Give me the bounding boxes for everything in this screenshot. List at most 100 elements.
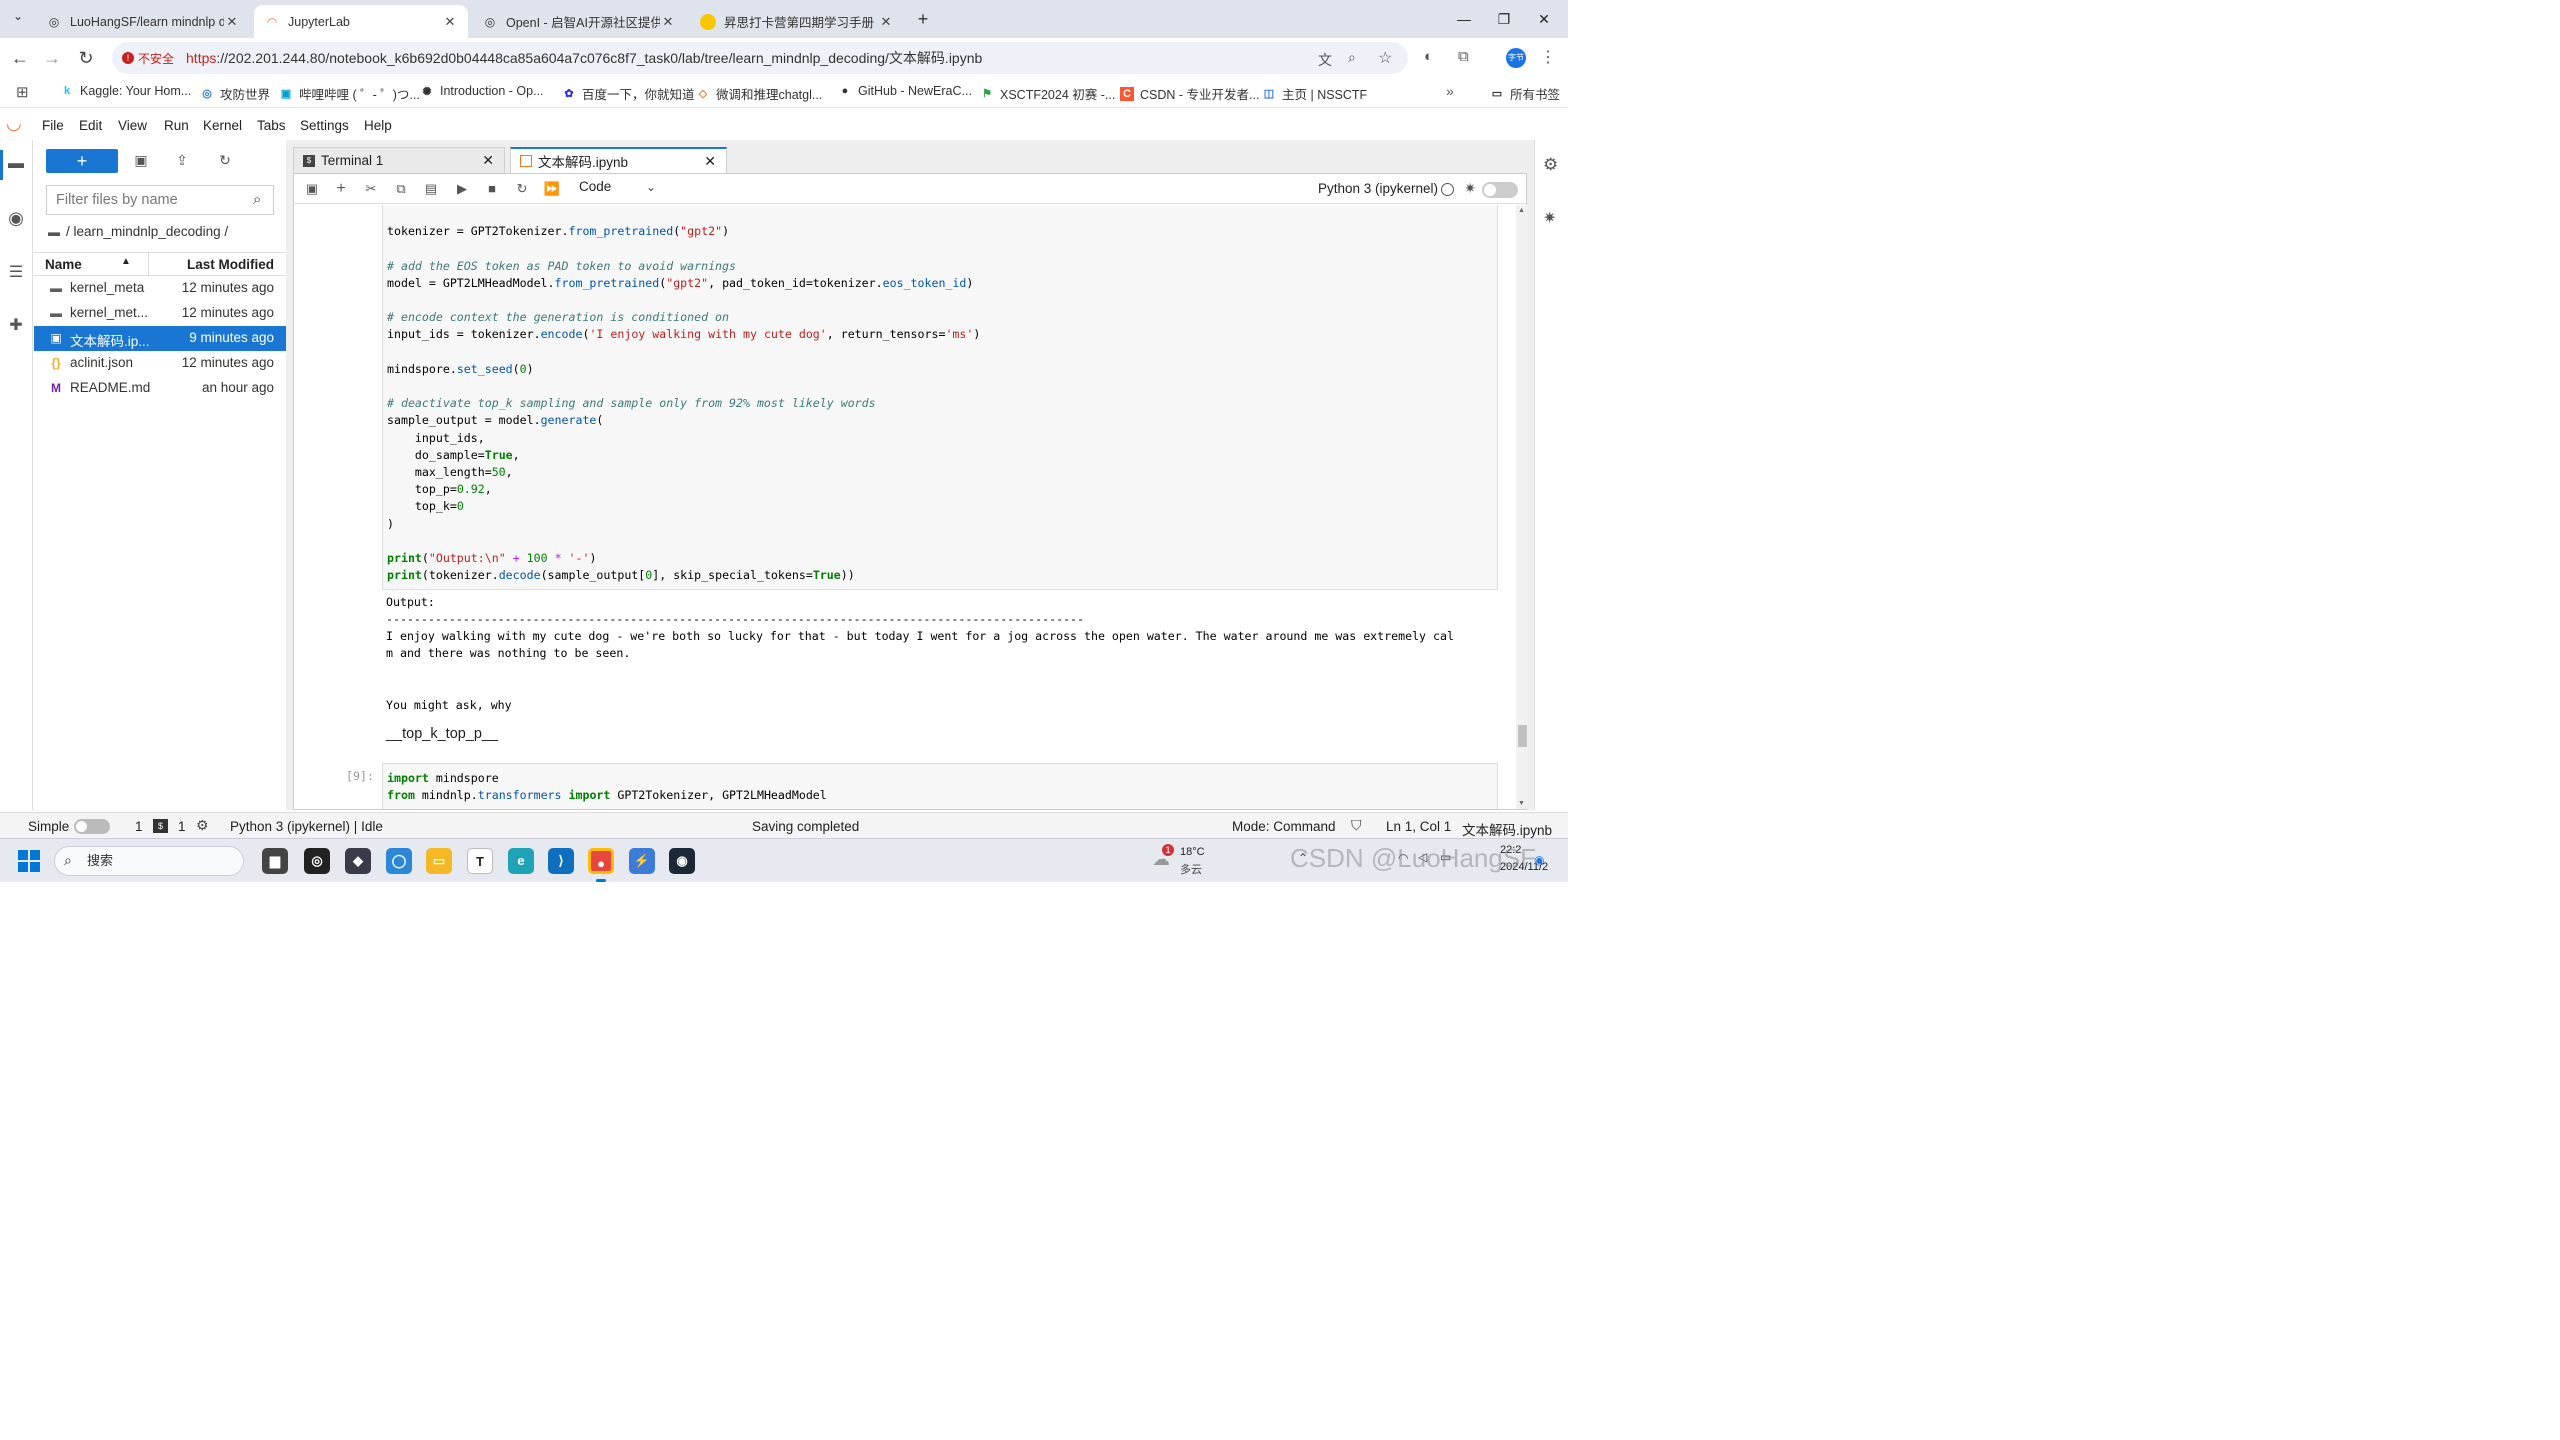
kernel-count[interactable]: 1 (135, 819, 143, 834)
close-tab-icon[interactable]: ✕ (878, 14, 894, 30)
breadcrumb[interactable]: ▬ / learn_mindnlp_decoding / (48, 224, 228, 239)
bookmark-csdn[interactable]: C CSDN - 专业开发者... (1120, 84, 1259, 103)
minimize-icon[interactable]: — (1444, 6, 1484, 32)
stop-icon[interactable]: ■ (483, 180, 501, 198)
translate-icon[interactable]: 文 (1318, 50, 1332, 70)
markdown-cell[interactable]: __top_k_top_p__ (386, 726, 498, 742)
shield-icon[interactable]: ⛉ (1351, 817, 1362, 834)
close-tab-icon[interactable]: ✕ (482, 152, 494, 169)
menu-file[interactable]: File (42, 118, 64, 133)
edge-icon[interactable]: e (508, 848, 534, 874)
bookmark-baidu[interactable]: ✿ 百度一下，你就知道 (562, 84, 694, 103)
restart-icon[interactable]: ↻ (513, 180, 531, 198)
column-name[interactable]: Name (45, 257, 82, 272)
browser-tab-mindspore[interactable]: 昇思打卡营第四期学习手册（启 ✕ (690, 5, 904, 38)
debugger-toggle[interactable] (1482, 182, 1518, 198)
gear-icon[interactable]: ⚙ (196, 817, 209, 834)
table-of-contents-icon[interactable]: ☰ (6, 262, 26, 282)
kernel-name[interactable]: Python 3 (ipykernel) (1318, 181, 1438, 196)
upload-icon[interactable]: ⇪ (172, 152, 192, 172)
bookmark-nssctf[interactable]: ◫ 主页 | NSSCTF (1262, 84, 1367, 103)
browser-tab-openi[interactable]: ◎ OpenI - 启智AI开源社区提供普 ✕ (472, 5, 686, 38)
menu-settings[interactable]: Settings (300, 118, 349, 133)
bookmark-star-icon[interactable]: ☆ (1378, 48, 1392, 68)
tab-search-icon[interactable]: ⌄ (8, 9, 28, 29)
app-icon[interactable]: ⚡ (629, 848, 655, 874)
running-kernels-icon[interactable]: ◉ (6, 208, 26, 228)
bookmark-adworld[interactable]: ◎ 攻防世界 (200, 84, 270, 103)
notebook-mode[interactable]: Mode: Command (1232, 819, 1336, 834)
steam-icon[interactable]: ◉ (669, 848, 695, 874)
kernel-status[interactable]: Python 3 (ipykernel) | Idle (230, 819, 383, 834)
menu-view[interactable]: View (118, 118, 147, 133)
more-bookmarks-icon[interactable]: » (1446, 83, 1454, 99)
copy-icon[interactable]: ⧉ (392, 180, 410, 198)
code-cell[interactable]: import mindspore from mindnlp.transforme… (382, 763, 1498, 809)
reload-icon[interactable]: ↻ (74, 46, 98, 70)
insert-cell-icon[interactable]: + (332, 180, 350, 198)
profile-avatar[interactable]: 字节 (1506, 48, 1526, 68)
app-icon[interactable]: ◯ (386, 848, 412, 874)
filter-files-input[interactable]: Filter files by name (46, 185, 274, 215)
debugger-panel-icon[interactable]: ✷ (1543, 208, 1556, 228)
close-tab-icon[interactable]: ✕ (660, 14, 676, 30)
file-browser-icon[interactable]: ▬ (6, 155, 26, 175)
app-icon[interactable]: ◆ (345, 848, 371, 874)
browser-tab-jupyterlab[interactable]: ◠ JupyterLab ✕ (254, 5, 468, 38)
close-tab-icon[interactable]: ✕ (224, 14, 240, 30)
chrome-icon[interactable]: ● (588, 848, 614, 874)
extension-icon[interactable]: ◐ (1424, 48, 1433, 65)
extension-manager-icon[interactable]: ✚ (6, 315, 26, 335)
simple-mode-toggle[interactable] (74, 819, 110, 834)
refresh-icon[interactable]: ↻ (215, 152, 235, 172)
browser-tab-github[interactable]: ◎ LuoHangSF/learn mindnlp d ✕ (36, 5, 250, 38)
github-desktop-icon[interactable]: ◎ (304, 848, 330, 874)
close-tab-icon[interactable]: ✕ (704, 153, 716, 170)
file-explorer-icon[interactable]: ▭ (426, 848, 452, 874)
cursor-position[interactable]: Ln 1, Col 1 (1386, 819, 1451, 834)
menu-edit[interactable]: Edit (79, 118, 102, 133)
zoom-icon[interactable]: ⌕ (1348, 49, 1356, 66)
scrollbar-thumb[interactable] (1518, 725, 1527, 747)
close-window-icon[interactable]: ✕ (1524, 6, 1564, 32)
bookmark-kaggle[interactable]: k Kaggle: Your Hom... (60, 84, 191, 98)
property-inspector-icon[interactable]: ⚙ (1543, 155, 1558, 175)
bookmark-openai[interactable]: ✺ Introduction - Op... (420, 84, 543, 98)
typora-icon[interactable]: T (467, 848, 493, 874)
file-row-selected[interactable]: ▣ 文本解码.ip... 9 minutes ago (34, 326, 286, 351)
apps-grid-icon[interactable]: ⊞ (16, 83, 29, 101)
taskbar-search[interactable]: 搜索 (54, 846, 244, 876)
bookmark-chatglm[interactable]: ◇ 微调和推理chatgl... (696, 84, 823, 103)
file-row[interactable]: M README.md an hour ago (34, 376, 286, 401)
file-row[interactable]: {} aclinit.json 12 minutes ago (34, 351, 286, 376)
menu-tabs[interactable]: Tabs (257, 118, 286, 133)
address-bar[interactable]: ! 不安全 https://202.201.244.80/notebook_k6… (112, 42, 1408, 74)
task-view-icon[interactable]: ▆ (262, 848, 288, 874)
menu-run[interactable]: Run (164, 118, 189, 133)
terminal-count[interactable]: 1 (178, 819, 186, 834)
file-row[interactable]: ▬ kernel_met... 12 minutes ago (34, 301, 286, 326)
scroll-up-icon[interactable]: ▲ (1518, 207, 1525, 214)
notebook-scrollbar[interactable]: ▲ ▼ (1516, 205, 1528, 809)
column-last-modified[interactable]: Last Modified (187, 257, 274, 272)
not-secure-badge[interactable]: ! 不安全 (122, 50, 174, 67)
cell-type-select[interactable]: Code (579, 179, 611, 194)
new-launcher-button[interactable]: + (46, 149, 118, 173)
forward-icon[interactable]: → (40, 46, 64, 70)
menu-help[interactable]: Help (364, 118, 392, 133)
tab-notebook[interactable]: 文本解码.ipynb ✕ (510, 147, 727, 173)
cut-icon[interactable]: ✂ (362, 180, 380, 198)
paste-icon[interactable]: ▤ (422, 180, 440, 198)
close-tab-icon[interactable]: ✕ (442, 14, 458, 30)
tab-terminal[interactable]: $ Terminal 1 ✕ (293, 147, 505, 173)
puzzle-icon[interactable]: ⧉ (1458, 48, 1469, 65)
menu-kernel[interactable]: Kernel (203, 118, 242, 133)
file-row[interactable]: ▬ kernel_meta 12 minutes ago (34, 276, 286, 301)
code-cell[interactable]: tokenizer = GPT2Tokenizer.from_pretraine… (382, 205, 1498, 590)
bookmark-bilibili[interactable]: ▣ 哔哩哔哩 ( ゜- ゜)つ... (279, 84, 420, 103)
browser-menu-icon[interactable]: ⋮ (1540, 47, 1556, 67)
run-all-icon[interactable]: ⏩ (543, 180, 561, 198)
back-icon[interactable]: ← (8, 46, 32, 70)
weather-temp[interactable]: 18°C (1180, 846, 1205, 858)
debugger-icon[interactable]: ✷ (1464, 180, 1476, 197)
